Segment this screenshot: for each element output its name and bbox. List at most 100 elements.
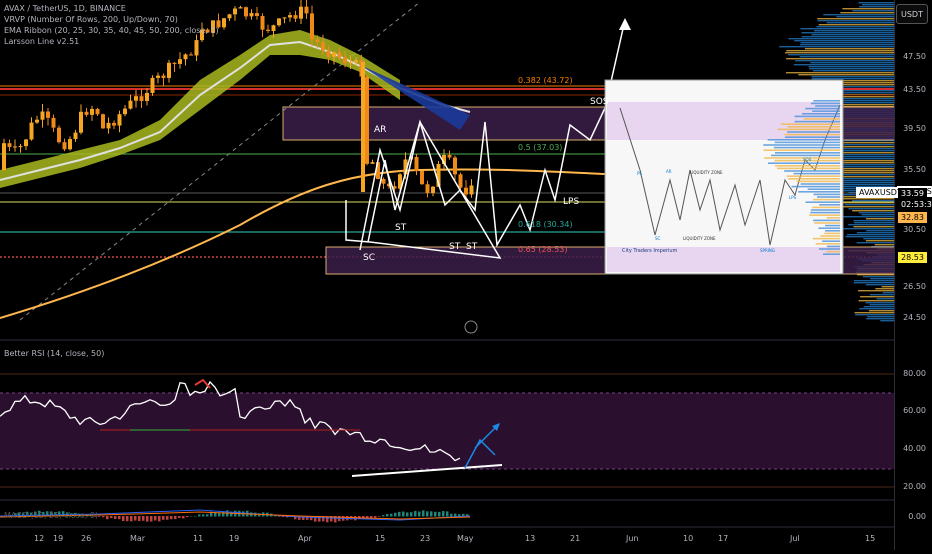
inset-label: SPRING bbox=[760, 248, 775, 253]
candle-body bbox=[338, 52, 342, 57]
candle-body bbox=[96, 109, 100, 114]
candle-body bbox=[349, 62, 353, 63]
volume-profile-bar bbox=[859, 6, 895, 7]
candle-body bbox=[129, 101, 133, 109]
volume-profile-bar bbox=[837, 216, 895, 217]
volume-profile-bar bbox=[882, 286, 895, 287]
price-axis[interactable]: 47.50 43.50 39.50 35.50 30.50 26.50 24.5… bbox=[894, 0, 932, 550]
inset-volume-bar bbox=[827, 246, 840, 248]
countdown-tag: 02:53:38 bbox=[898, 199, 932, 210]
rsi-legend[interactable]: Better RSI (14, close, 50) bbox=[4, 348, 104, 359]
volume-profile-bar bbox=[854, 280, 895, 281]
inset-volume-bar bbox=[796, 181, 840, 183]
candle-body bbox=[266, 30, 270, 31]
volume-profile-bar bbox=[862, 214, 895, 215]
currency-button[interactable]: USDT bbox=[896, 4, 928, 24]
inset-volume-bar bbox=[809, 214, 840, 216]
volume-profile-bar bbox=[847, 234, 895, 235]
fib-65-label: 0.65 (28.53) bbox=[518, 245, 568, 254]
time-tick: 10 bbox=[683, 534, 693, 543]
candle-body bbox=[244, 7, 248, 16]
price-tick: 30.50 bbox=[903, 225, 926, 234]
time-tick: Jun bbox=[626, 534, 639, 543]
inset-volume-bar bbox=[794, 116, 840, 118]
candle-body bbox=[68, 139, 72, 149]
inset-volume-bar bbox=[805, 108, 840, 110]
candle-body bbox=[13, 146, 17, 147]
macd-legend[interactable]: MACD (12, 26, close, 9) bbox=[4, 510, 98, 521]
macd-bar bbox=[386, 514, 389, 516]
volume-profile-bar bbox=[816, 26, 895, 27]
inset-volume-bar bbox=[778, 129, 840, 131]
candle-body bbox=[162, 76, 166, 78]
inset-volume-bar bbox=[822, 240, 840, 242]
support-price-tag: 28.53 bbox=[898, 252, 927, 263]
time-tick: 17 bbox=[718, 534, 728, 543]
candle-body bbox=[24, 140, 28, 147]
inset-volume-bar bbox=[817, 196, 840, 198]
inset-volume-bar bbox=[768, 139, 840, 141]
volume-profile-bar bbox=[827, 22, 895, 23]
volume-profile-bar bbox=[866, 318, 895, 319]
candle-body bbox=[57, 128, 61, 143]
candle-body bbox=[46, 112, 50, 118]
chart-stage[interactable] bbox=[0, 0, 932, 550]
macd-bar bbox=[430, 511, 433, 516]
candle-body bbox=[140, 96, 144, 101]
candle-body bbox=[343, 57, 347, 63]
inset-volume-bar bbox=[813, 199, 840, 201]
candle-body bbox=[2, 143, 6, 170]
inset-volume-bar bbox=[823, 253, 840, 255]
volume-profile-bar bbox=[795, 60, 895, 61]
macd-bar bbox=[130, 516, 133, 521]
inset-label: LIQUIDITY ZONE bbox=[690, 170, 723, 175]
time-tick: 21 bbox=[570, 534, 580, 543]
volume-profile-bar bbox=[859, 308, 895, 309]
legend-symbol[interactable]: AVAX / TetherUS, 1D, BINANCE bbox=[4, 3, 219, 14]
inset-volume-bar bbox=[824, 233, 840, 235]
candle-body bbox=[63, 142, 67, 149]
ema-200-line bbox=[0, 169, 605, 318]
time-tick: 26 bbox=[81, 534, 91, 543]
inset-volume-bar bbox=[814, 222, 840, 224]
volume-profile-bar bbox=[870, 294, 895, 295]
candle-body bbox=[156, 76, 160, 78]
fib-618-label: 0.618 (30.34) bbox=[518, 220, 573, 229]
candle-body bbox=[228, 14, 232, 18]
macd-bar bbox=[110, 516, 113, 518]
macd-bar bbox=[382, 515, 385, 516]
inset-volume-bar bbox=[811, 103, 840, 105]
candle-body bbox=[448, 155, 452, 158]
volume-profile-bar bbox=[801, 42, 895, 43]
legend-vrvp[interactable]: VRVP (Number Of Rows, 200, Up/Down, 70) bbox=[4, 14, 219, 25]
legend-larsson[interactable]: Larsson Line v2.51 bbox=[4, 36, 219, 47]
volume-profile-bar bbox=[845, 204, 895, 205]
volume-profile-bar bbox=[866, 230, 895, 231]
macd-bar bbox=[146, 516, 149, 522]
volume-profile-bar bbox=[809, 68, 895, 69]
rsi-tick: 60.00 bbox=[903, 406, 926, 415]
candle-body bbox=[184, 54, 188, 59]
time-tick: 13 bbox=[525, 534, 535, 543]
macd-bar bbox=[422, 510, 425, 516]
candle-body bbox=[239, 7, 243, 8]
candle-body bbox=[123, 109, 127, 115]
candle-body bbox=[316, 39, 320, 42]
candle-body bbox=[178, 59, 182, 64]
candle-body bbox=[288, 15, 292, 17]
volume-profile-bar bbox=[788, 38, 895, 39]
candle-body bbox=[272, 25, 276, 31]
macd-bar bbox=[206, 514, 209, 516]
candle-body bbox=[382, 179, 386, 184]
macd-bar bbox=[442, 511, 445, 516]
volume-profile-bar bbox=[848, 208, 895, 209]
volume-profile-bar bbox=[858, 290, 895, 291]
volume-profile-bar bbox=[788, 54, 895, 55]
price-chart-canvas[interactable] bbox=[0, 0, 932, 550]
legend-ema-ribbon[interactable]: EMA Ribbon (20, 25, 30, 35, 40, 45, 50, … bbox=[4, 25, 219, 36]
fib-5-label: 0.5 (37.03) bbox=[518, 143, 562, 152]
macd-bar bbox=[114, 516, 117, 519]
volume-profile-bar bbox=[853, 220, 895, 221]
volume-profile-bar bbox=[814, 30, 895, 31]
macd-bar bbox=[134, 516, 137, 521]
